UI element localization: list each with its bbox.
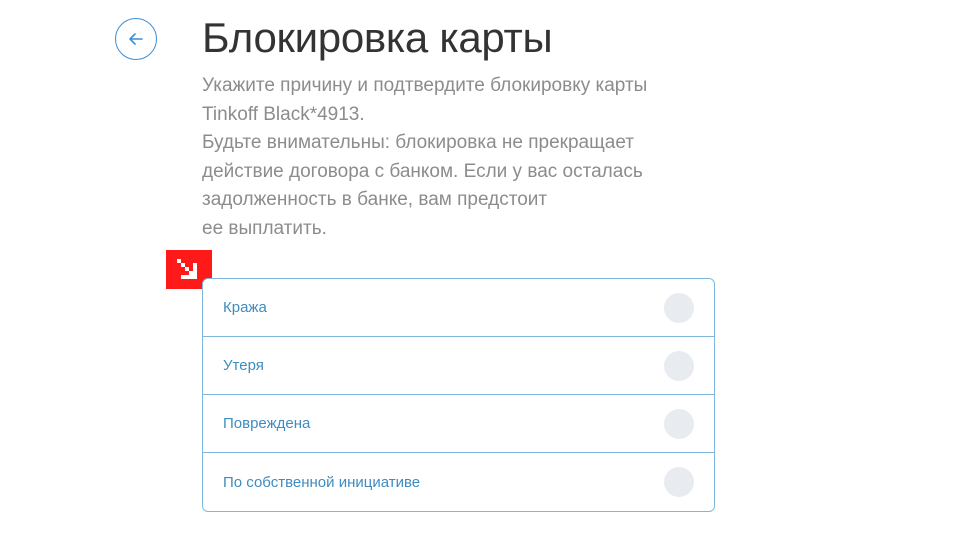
description-line: Tinkoff Black*4913. — [202, 103, 365, 125]
arrow-left-icon — [129, 33, 143, 45]
radio-button[interactable] — [664, 350, 694, 381]
arrow-down-right-icon — [177, 258, 197, 279]
description: Укажите причину и подтвердите блокировку… — [202, 72, 762, 243]
reason-option-loss[interactable]: Утеря — [203, 337, 714, 395]
radio-button[interactable] — [664, 292, 694, 323]
block-reason-options: Кража Утеря Повреждена По собственной ин… — [202, 278, 715, 512]
reason-option-label: Утеря — [223, 357, 264, 374]
description-line: Будьте внимательны: блокировка не прекра… — [202, 132, 634, 153]
radio-button[interactable] — [664, 408, 694, 439]
description-line: Укажите причину и подтвердите блокировку… — [202, 75, 648, 96]
reason-option-damaged[interactable]: Повреждена — [203, 395, 714, 453]
description-line: действие договора с банком. Если у вас о… — [202, 160, 643, 182]
reason-option-own-initiative[interactable]: По собственной инициативе — [203, 453, 714, 511]
radio-button[interactable] — [664, 467, 694, 497]
description-line: задолженность в банке, вам предстоит — [202, 189, 548, 210]
reason-option-theft[interactable]: Кража — [203, 279, 714, 337]
back-button[interactable] — [115, 18, 157, 60]
block-card-page: Блокировка карты Укажите причину и подтв… — [0, 0, 960, 539]
reason-option-label: По собственной инициативе — [223, 473, 421, 491]
description-line: ее выплатить. — [202, 217, 327, 239]
reason-option-label: Кража — [223, 299, 267, 316]
page-title: Блокировка карты — [202, 14, 553, 61]
reason-option-label: Повреждена — [223, 415, 311, 432]
